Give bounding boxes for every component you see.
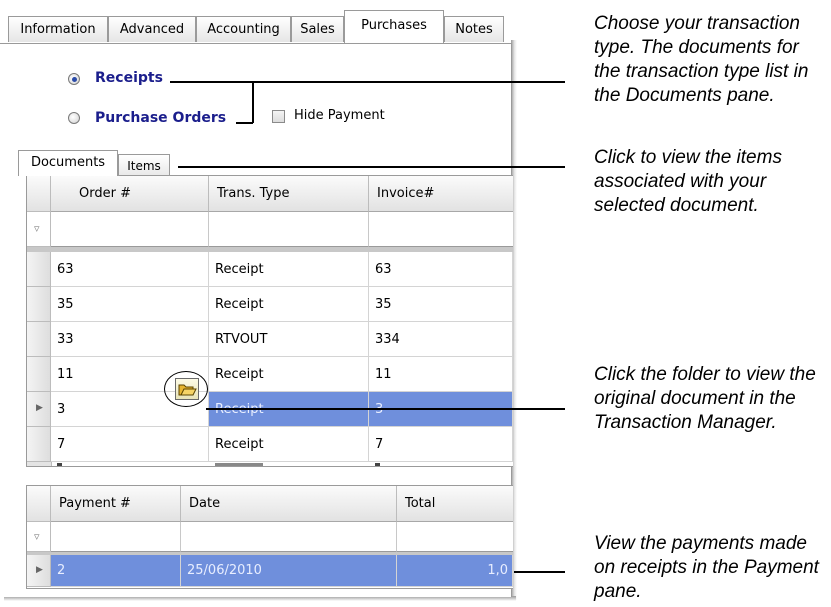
filter-icon[interactable]: ▿ [34,530,40,543]
cell-trans-type[interactable]: Receipt [209,252,369,287]
cell-order[interactable]: 35 [51,287,209,322]
open-folder-button[interactable] [175,378,199,400]
cell-payment-total[interactable]: 1,0 [397,555,513,587]
cell-invoice[interactable]: 334 [369,322,513,357]
column-header-trans-type[interactable]: Trans. Type [209,176,369,212]
documents-grid: Order # Trans. Type Invoice# ▿ 63 Receip… [26,175,513,467]
hide-payment-label[interactable]: Hide Payment [294,108,385,123]
tab-sales[interactable]: Sales [291,16,344,42]
row-selector-current[interactable]: ▶ [27,392,51,427]
filter-trans-type[interactable] [209,212,369,247]
purchase-orders-label[interactable]: Purchase Orders [95,110,226,126]
cell-payment-date[interactable]: 25/06/2010 [181,555,397,587]
cell-trans-type[interactable]: Receipt [209,427,369,462]
cell-trans-type[interactable]: RTVOUT [209,322,369,357]
cell-trans-type-selected[interactable]: Receipt [209,392,369,427]
current-row-arrow-icon: ▶ [36,403,43,413]
cell-trans-type[interactable]: Receipt [209,357,369,392]
tab-notes[interactable]: Notes [444,16,504,42]
column-header-date[interactable]: Date [181,486,397,522]
callout-line-purchase-orders [236,122,253,124]
cell-order[interactable]: 63 [51,252,209,287]
column-header-order[interactable]: Order # [51,176,209,212]
hide-payment-checkbox[interactable] [272,110,285,123]
partial-row [27,462,513,466]
purchase-orders-radio[interactable] [68,112,80,124]
payments-grid: Payment # Date Total ▿ ▶ 2 25/06/2010 1,… [26,485,513,589]
row-selector[interactable] [27,322,51,357]
filter-invoice[interactable] [369,212,513,247]
receipts-label[interactable]: Receipts [95,70,163,86]
row-selector[interactable] [27,357,51,392]
caption-folder: Click the folder to view the original do… [594,364,816,433]
tab-advanced[interactable]: Advanced [108,16,196,42]
filter-payment[interactable] [51,522,181,552]
cell-order[interactable]: 33 [51,322,209,357]
column-header-invoice[interactable]: Invoice# [369,176,513,212]
cell-payment-number[interactable]: 2 [51,555,181,587]
receipts-radio[interactable] [68,73,80,85]
filter-icon[interactable]: ▿ [34,222,40,235]
caption-payments: View the payments made on receipts in th… [594,533,819,602]
filter-date[interactable] [181,522,397,552]
row-selector[interactable] [27,427,51,462]
callout-line-connector [252,81,254,123]
callout-line-folder [206,408,565,410]
cell-order[interactable]: 7 [51,427,209,462]
row-selector[interactable] [27,287,51,322]
row-selector[interactable] [27,252,51,287]
column-header-total[interactable]: Total [397,486,513,522]
tab-information[interactable]: Information [8,16,108,42]
callout-line-items [178,166,565,168]
cell-invoice[interactable]: 11 [369,357,513,392]
tab-items[interactable]: Items [118,154,170,176]
current-row-arrow-icon: ▶ [36,565,43,575]
payments-corner [27,486,51,522]
row-selector-current[interactable]: ▶ [27,555,51,587]
tab-purchases[interactable]: Purchases [344,10,444,43]
callout-line-receipts [170,81,565,83]
filter-order[interactable] [51,212,209,247]
caption-transaction-type: Choose your transaction type. The docume… [594,13,809,106]
filter-total[interactable] [397,522,513,552]
tab-documents[interactable]: Documents [18,150,118,176]
callout-line-payments [514,571,565,573]
documents-corner [27,176,51,212]
cell-invoice[interactable]: 63 [369,252,513,287]
cell-invoice[interactable]: 35 [369,287,513,322]
cell-trans-type[interactable]: Receipt [209,287,369,322]
tab-accounting[interactable]: Accounting [196,16,291,42]
documents-filter-selector: ▿ [27,212,51,247]
folder-icon [178,384,197,396]
payments-filter-selector: ▿ [27,522,51,552]
cell-invoice-selected[interactable]: 3 [369,392,513,427]
column-header-payment[interactable]: Payment # [51,486,181,522]
cell-invoice[interactable]: 7 [369,427,513,462]
caption-items: Click to view the items associated with … [594,147,782,216]
